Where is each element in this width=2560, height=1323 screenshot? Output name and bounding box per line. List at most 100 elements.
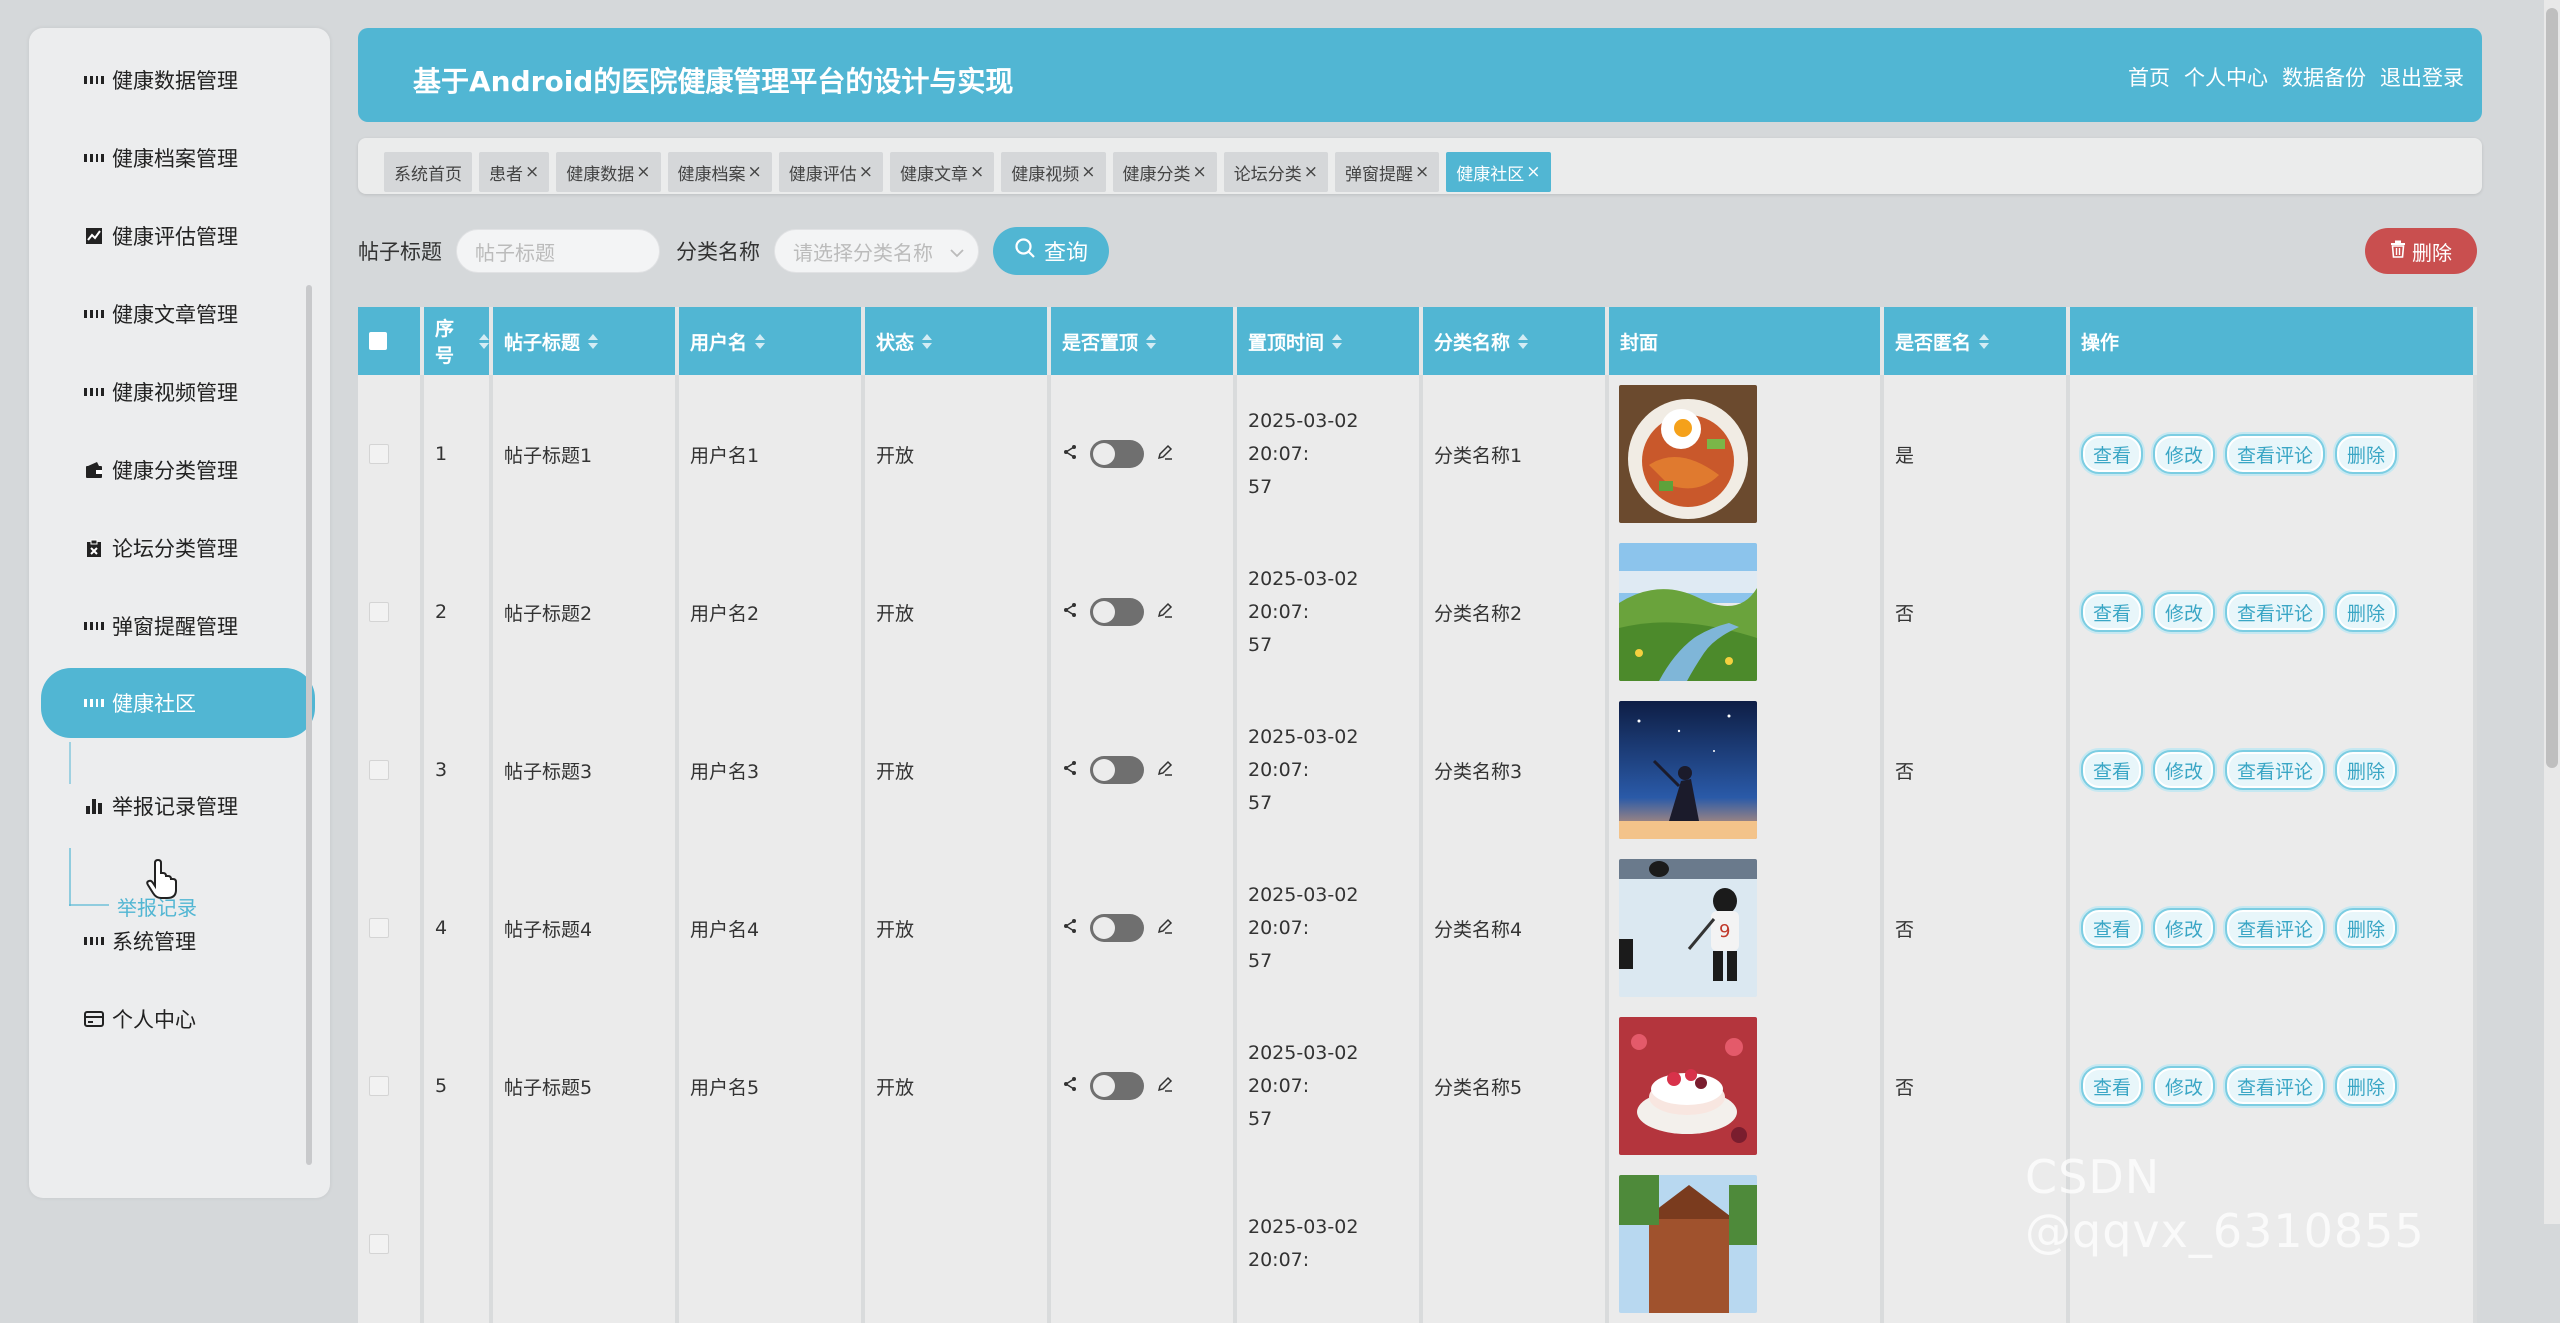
view-button[interactable]: 查看 xyxy=(2081,592,2144,632)
view-comments-button[interactable]: 查看评论 xyxy=(2225,434,2326,474)
share-icon[interactable] xyxy=(1062,601,1078,623)
close-icon[interactable]: × xyxy=(859,162,873,182)
nav-data-backup[interactable]: 数据备份 xyxy=(2282,62,2366,92)
page-scrollbar[interactable] xyxy=(2544,0,2560,1224)
edit-icon[interactable] xyxy=(1156,1075,1174,1098)
column-header[interactable]: 分类名称 xyxy=(1423,307,1609,375)
edit-icon[interactable] xyxy=(1156,601,1174,624)
edit-icon[interactable] xyxy=(1156,917,1174,940)
close-icon[interactable]: × xyxy=(1526,162,1540,182)
sidebar-item-health-records[interactable]: 健康档案管理 xyxy=(84,138,238,178)
tab-3[interactable]: 健康档案 × xyxy=(667,152,772,192)
tab-5[interactable]: 健康文章 × xyxy=(890,152,995,192)
view-comments-button[interactable]: 查看评论 xyxy=(2225,750,2326,790)
close-icon[interactable]: × xyxy=(1081,162,1095,182)
view-button[interactable]: 查看 xyxy=(2081,908,2144,948)
sidebar-item-system-management[interactable]: 系统管理 xyxy=(84,921,196,961)
nav-home[interactable]: 首页 xyxy=(2128,62,2170,92)
scrollbar-thumb[interactable] xyxy=(2546,8,2558,768)
pin-toggle[interactable] xyxy=(1090,914,1144,942)
view-button[interactable]: 查看 xyxy=(2081,750,2144,790)
close-icon[interactable]: × xyxy=(748,162,762,182)
delete-button[interactable]: 删除 xyxy=(2335,750,2398,790)
pin-toggle[interactable] xyxy=(1090,1072,1144,1100)
column-header[interactable]: 封面 xyxy=(1609,307,1884,375)
cover-image[interactable] xyxy=(1619,1017,1757,1155)
row-checkbox[interactable] xyxy=(369,760,389,780)
cover-image[interactable] xyxy=(1619,701,1757,839)
select-all-column[interactable] xyxy=(358,307,424,375)
sidebar-item-health-videos[interactable]: 健康视频管理 xyxy=(84,372,238,412)
sort-icon[interactable] xyxy=(479,333,489,349)
row-checkbox[interactable] xyxy=(369,602,389,622)
row-checkbox[interactable] xyxy=(369,1234,389,1254)
query-button[interactable]: 查询 xyxy=(993,227,1109,275)
delete-button[interactable]: 删除 xyxy=(2335,434,2398,474)
category-select[interactable]: 请选择分类名称 xyxy=(774,229,979,273)
nav-logout[interactable]: 退出登录 xyxy=(2380,62,2464,92)
tab-9[interactable]: 弹窗提醒 × xyxy=(1335,152,1440,192)
sort-icon[interactable] xyxy=(922,333,933,349)
view-comments-button[interactable]: 查看评论 xyxy=(2225,1066,2326,1106)
tab-7[interactable]: 健康分类 × xyxy=(1112,152,1217,192)
pin-toggle[interactable] xyxy=(1090,756,1144,784)
sort-icon[interactable] xyxy=(1518,333,1529,349)
close-icon[interactable]: × xyxy=(1304,162,1318,182)
close-icon[interactable]: × xyxy=(1193,162,1207,182)
edit-button[interactable]: 修改 xyxy=(2153,1066,2216,1106)
share-icon[interactable] xyxy=(1062,759,1078,781)
close-icon[interactable]: × xyxy=(1415,162,1429,182)
sort-icon[interactable] xyxy=(1332,333,1343,349)
sidebar-item-popup-reminders[interactable]: 弹窗提醒管理 xyxy=(84,606,238,646)
close-icon[interactable]: × xyxy=(636,162,650,182)
sort-icon[interactable] xyxy=(588,333,599,349)
select-all-checkbox[interactable] xyxy=(369,332,387,350)
share-icon[interactable] xyxy=(1062,443,1078,465)
edit-icon[interactable] xyxy=(1156,443,1174,466)
tab-1[interactable]: 患者 × xyxy=(479,152,550,192)
sidebar-item-health-articles[interactable]: 健康文章管理 xyxy=(84,294,238,334)
sidebar-item-health-data[interactable]: 健康数据管理 xyxy=(84,60,238,100)
view-button[interactable]: 查看 xyxy=(2081,434,2144,474)
cover-image[interactable]: 9 xyxy=(1619,859,1757,997)
edit-button[interactable]: 修改 xyxy=(2153,750,2216,790)
delete-button[interactable]: 删除 xyxy=(2335,908,2398,948)
column-header[interactable]: 帖子标题 xyxy=(493,307,679,375)
tab-6[interactable]: 健康视频 × xyxy=(1001,152,1106,192)
column-header[interactable]: 是否置顶 xyxy=(1051,307,1237,375)
post-title-input[interactable]: 帖子标题 xyxy=(456,229,660,273)
view-button[interactable]: 查看 xyxy=(2081,1066,2144,1106)
tab-10[interactable]: 健康社区 × xyxy=(1446,152,1551,192)
edit-button[interactable]: 修改 xyxy=(2153,592,2216,632)
sidebar-item-personal-center[interactable]: 个人中心 xyxy=(84,999,196,1039)
edit-icon[interactable] xyxy=(1156,759,1174,782)
cover-image[interactable] xyxy=(1619,1175,1757,1313)
sidebar-item-health-categories[interactable]: 健康分类管理 xyxy=(84,450,238,490)
row-checkbox[interactable] xyxy=(369,1076,389,1096)
sort-icon[interactable] xyxy=(1146,333,1157,349)
row-checkbox[interactable] xyxy=(369,444,389,464)
column-header[interactable]: 序号 xyxy=(424,307,493,375)
pin-toggle[interactable] xyxy=(1090,440,1144,468)
view-comments-button[interactable]: 查看评论 xyxy=(2225,592,2326,632)
column-header[interactable]: 用户名 xyxy=(679,307,865,375)
row-checkbox[interactable] xyxy=(369,918,389,938)
sidebar-item-forum-categories[interactable]: 论坛分类管理 xyxy=(84,528,238,568)
cover-image[interactable] xyxy=(1619,543,1757,681)
bulk-delete-button[interactable]: 删除 xyxy=(2365,228,2477,274)
close-icon[interactable]: × xyxy=(970,162,984,182)
sort-icon[interactable] xyxy=(1979,333,1990,349)
tab-8[interactable]: 论坛分类 × xyxy=(1223,152,1328,192)
share-icon[interactable] xyxy=(1062,917,1078,939)
column-header[interactable]: 操作 xyxy=(2070,307,2477,375)
sidebar-item-report-records[interactable]: 举报记录管理 xyxy=(84,786,238,826)
nav-personal-center[interactable]: 个人中心 xyxy=(2184,62,2268,92)
delete-button[interactable]: 删除 xyxy=(2335,592,2398,632)
sidebar-scrollbar[interactable] xyxy=(306,285,312,1165)
delete-button[interactable]: 删除 xyxy=(2335,1066,2398,1106)
column-header[interactable]: 置顶时间 xyxy=(1237,307,1423,375)
tab-4[interactable]: 健康评估 × xyxy=(778,152,883,192)
sidebar-item-health-community[interactable]: 健康社区 xyxy=(41,668,315,738)
column-header[interactable]: 是否匿名 xyxy=(1884,307,2070,375)
tab-0[interactable]: 系统首页 xyxy=(384,152,472,192)
